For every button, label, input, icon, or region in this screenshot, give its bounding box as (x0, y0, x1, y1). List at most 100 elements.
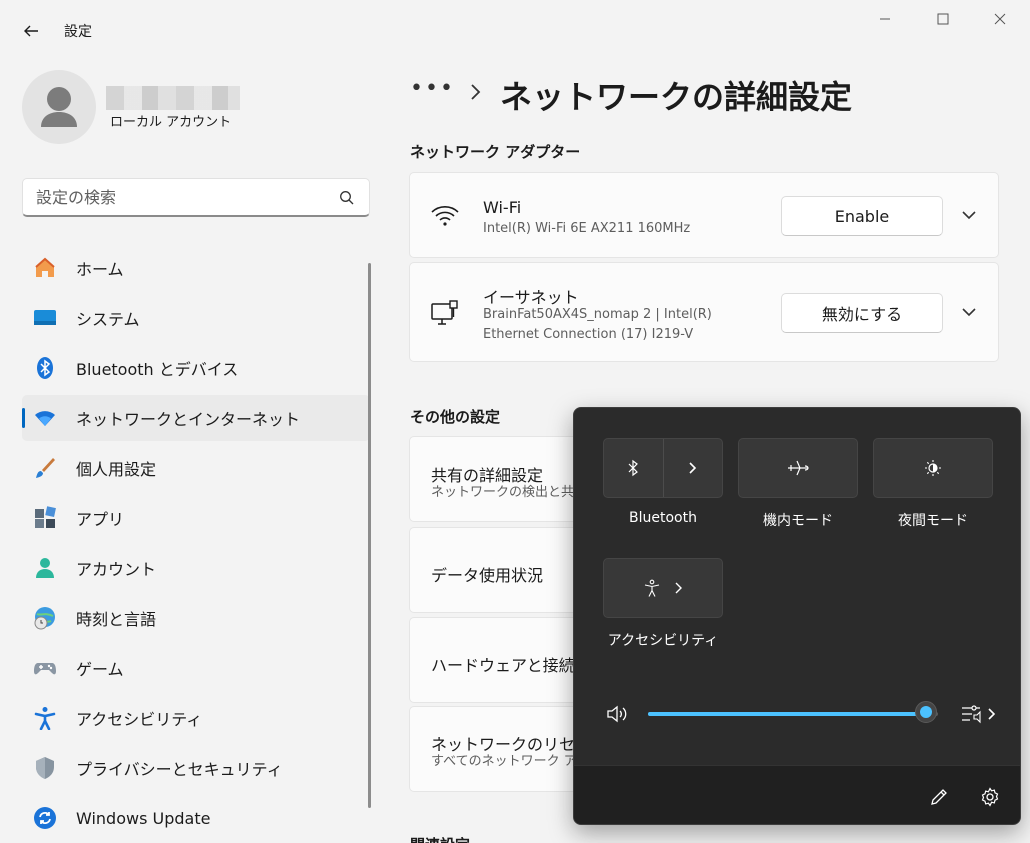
app-title: 設定 (64, 24, 92, 40)
sidebar-scrollbar[interactable] (368, 263, 371, 808)
account-type: ローカル アカウント (110, 115, 232, 130)
brush-icon (32, 455, 58, 481)
sidebar-item-label: ゲーム (76, 660, 124, 679)
settings-gear-icon (981, 787, 999, 807)
adapter-card-wifi[interactable]: Wi-Fi Intel(R) Wi-Fi 6E AX211 160MHz Ena… (409, 172, 999, 258)
flyout-footer (574, 765, 1020, 824)
accessibility-tile[interactable] (603, 558, 723, 618)
close-icon (994, 13, 1006, 25)
sidebar-item-label: ネットワークとインターネット (76, 410, 301, 429)
sidebar-item-label: アプリ (76, 510, 125, 529)
sidebar-item-windows-update[interactable]: Windows Update (22, 795, 370, 841)
minimize-icon (880, 18, 890, 20)
sidebar-item-apps[interactable]: アプリ (22, 495, 370, 541)
sidebar-item-label: ホーム (76, 260, 124, 279)
apps-icon (32, 505, 58, 531)
back-arrow-icon (24, 25, 38, 37)
sidebar-item-label: 個人用設定 (76, 460, 157, 479)
sidebar-item-time-language[interactable]: 時刻と言語 (22, 595, 370, 641)
edit-quick-settings-button[interactable] (926, 784, 952, 810)
sidebar-item-label: Windows Update (76, 808, 211, 828)
home-icon (32, 255, 58, 281)
section-title-related: 関連設定 (410, 834, 470, 843)
sidebar-item-privacy[interactable]: プライバシーとセキュリティ (22, 745, 370, 791)
bluetooth-icon (628, 459, 639, 477)
airplane-icon (788, 460, 809, 476)
quick-settings-flyout: Bluetooth 機内モード 夜間モード アクセシビリティ (573, 407, 1021, 825)
sidebar-item-personalization[interactable]: 個人用設定 (22, 445, 370, 491)
enable-button[interactable]: Enable (781, 196, 943, 236)
shield-icon (32, 755, 58, 781)
avatar[interactable] (22, 70, 96, 144)
back-button[interactable] (18, 18, 44, 44)
chevron-down-icon[interactable] (960, 305, 978, 319)
audio-mixer-icon[interactable] (960, 704, 1000, 724)
ethernet-icon (431, 300, 458, 325)
adapter-card-ethernet[interactable]: イーサネット BrainFat50AX4S_nomap 2 | Intel(R)… (409, 262, 999, 362)
globe-clock-icon (32, 605, 58, 631)
search-input[interactable] (36, 188, 326, 207)
bluetooth-toggle[interactable] (604, 439, 663, 497)
section-title-more-settings: その他の設定 (410, 408, 501, 426)
sidebar-item-accounts[interactable]: アカウント (22, 545, 370, 591)
breadcrumb-more[interactable]: ••• (410, 76, 455, 101)
chevron-right-icon (675, 582, 682, 594)
sidebar-item-label: システム (76, 310, 140, 329)
night-light-icon (925, 460, 941, 476)
chevron-right-icon (689, 462, 696, 474)
minimize-button[interactable] (870, 8, 900, 30)
maximize-button[interactable] (928, 8, 958, 30)
sidebar-item-accessibility[interactable]: アクセシビリティ (22, 695, 370, 741)
sidebar-item-gaming[interactable]: ゲーム (22, 645, 370, 691)
night-light-tile[interactable] (873, 438, 993, 498)
page-title: ネットワークの詳細設定 (500, 78, 853, 116)
adapter-description-line1: BrainFat50AX4S_nomap 2 | Intel(R) (483, 307, 712, 322)
sidebar-nav: ホーム システム Bluetooth とデバイス ネットワークとインターネット … (22, 245, 370, 843)
account-icon (32, 555, 58, 581)
all-settings-button[interactable] (977, 784, 1003, 810)
title-bar: 設定 (0, 0, 1030, 60)
airplane-mode-tile[interactable] (738, 438, 858, 498)
adapter-name: Wi-Fi (483, 198, 522, 217)
tile-label: 機内モード (763, 513, 833, 529)
close-button[interactable] (985, 8, 1015, 30)
sidebar-item-home[interactable]: ホーム (22, 245, 370, 291)
settings-search[interactable] (22, 178, 370, 217)
breadcrumb-chevron-icon (471, 84, 481, 100)
section-title-adapters: ネットワーク アダプター (410, 143, 581, 161)
accessibility-icon (32, 705, 58, 731)
sidebar-item-label: アクセシビリティ (76, 710, 203, 729)
system-icon (32, 305, 58, 331)
volume-slider-thumb[interactable] (915, 701, 938, 723)
sidebar-item-system[interactable]: システム (22, 295, 370, 341)
sidebar-item-label: 時刻と言語 (76, 610, 157, 629)
gamepad-icon (32, 655, 58, 681)
maximize-icon (937, 13, 949, 25)
wifi-icon (431, 206, 459, 226)
sidebar-item-bluetooth[interactable]: Bluetooth とデバイス (22, 345, 370, 391)
speaker-icon[interactable] (606, 704, 630, 724)
sidebar-item-label: アカウント (76, 560, 157, 579)
bluetooth-icon (32, 355, 58, 381)
tile-label: Bluetooth (629, 510, 697, 526)
disable-button[interactable]: 無効にする (781, 293, 943, 333)
volume-slider-track[interactable] (648, 712, 938, 716)
edit-icon (931, 789, 947, 805)
wifi-icon (32, 405, 58, 431)
accessibility-icon (644, 579, 660, 597)
bluetooth-tile[interactable] (603, 438, 723, 498)
blurred-user-name (106, 86, 240, 110)
chevron-down-icon[interactable] (960, 208, 978, 222)
volume-slider-fill (648, 712, 927, 716)
tile-label: 夜間モード (898, 513, 968, 529)
bluetooth-expand[interactable] (662, 439, 723, 497)
search-icon[interactable] (339, 190, 355, 206)
user-icon (41, 87, 77, 127)
update-icon (32, 805, 58, 831)
tile-label: アクセシビリティ (607, 633, 719, 649)
adapter-description: Intel(R) Wi-Fi 6E AX211 160MHz (483, 221, 691, 236)
sidebar-item-label: Bluetooth とデバイス (76, 360, 239, 379)
sidebar-item-network[interactable]: ネットワークとインターネット (22, 395, 370, 441)
setting-title: データ使用状況 (431, 566, 544, 585)
adapter-description-line2: Ethernet Connection (17) I219-V (483, 327, 694, 342)
